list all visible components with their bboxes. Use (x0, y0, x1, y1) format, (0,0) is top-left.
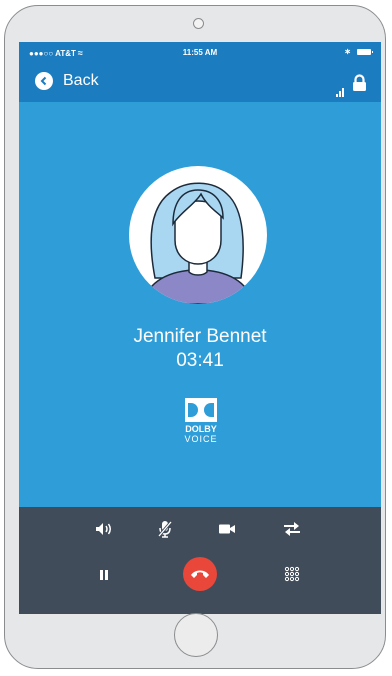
transfer-icon (284, 522, 300, 536)
pause-icon (100, 570, 108, 580)
end-call-icon (191, 570, 209, 578)
dolby-logo-line1: DOLBY (185, 424, 217, 434)
video-camera-icon (219, 524, 235, 534)
keypad-icon (284, 566, 300, 582)
speaker-icon (96, 523, 111, 535)
back-label: Back (63, 72, 99, 89)
phone-frame: ●●●○○ AT&T ≈ 11:55 AM ∗ Back Jennifer Be… (4, 5, 386, 669)
status-bar: ●●●○○ AT&T ≈ 11:55 AM ∗ (19, 42, 381, 64)
back-chevron-icon (35, 72, 53, 90)
back-button[interactable]: Back (35, 72, 99, 90)
mute-microphone-icon (157, 521, 173, 538)
hold-button[interactable] (92, 563, 116, 587)
mute-button[interactable] (153, 517, 177, 541)
call-duration: 03:41 (176, 350, 224, 371)
contact-name: Jennifer Bennet (133, 326, 267, 347)
nav-bar: Back (19, 64, 381, 102)
contact-avatar (129, 166, 267, 304)
dolby-logo-line2: VOICE (184, 434, 218, 444)
dolby-double-d-icon (185, 398, 217, 422)
front-camera (193, 18, 204, 29)
speaker-button[interactable] (92, 517, 116, 541)
dolby-voice-logo: DOLBY VOICE (183, 398, 219, 444)
call-controls-panel (19, 507, 381, 614)
video-button[interactable] (215, 517, 239, 541)
end-call-button[interactable] (183, 557, 217, 591)
lock-icon (352, 74, 367, 97)
status-time: 11:55 AM (182, 48, 218, 57)
battery-icon (357, 48, 373, 55)
transfer-button[interactable] (280, 517, 304, 541)
home-button[interactable] (174, 613, 218, 657)
bluetooth-icon: ∗ (344, 47, 351, 56)
call-quality-icon (336, 87, 344, 97)
nav-right-icons (336, 74, 367, 97)
keypad-button[interactable] (280, 562, 304, 586)
call-screen: ●●●○○ AT&T ≈ 11:55 AM ∗ Back Jennifer Be… (19, 42, 381, 614)
status-bar-right: ∗ (344, 47, 373, 56)
